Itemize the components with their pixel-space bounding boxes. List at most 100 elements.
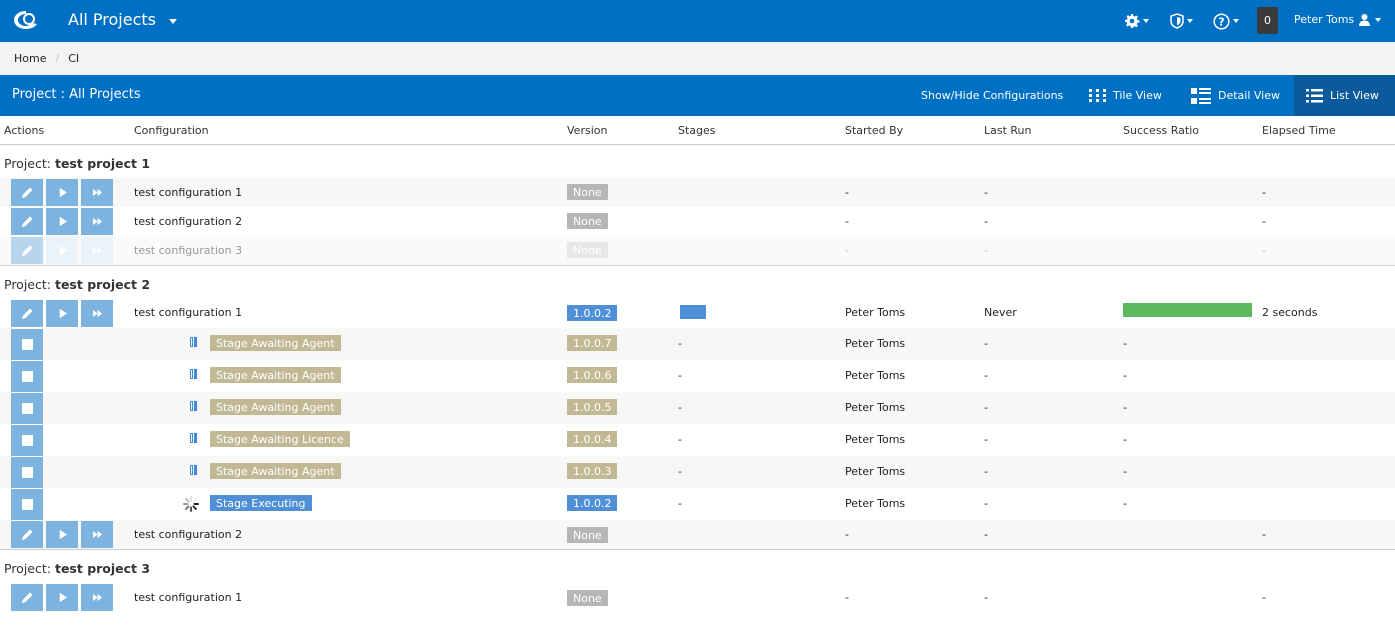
success-ratio: - bbox=[1123, 401, 1127, 414]
stop-button[interactable] bbox=[11, 393, 43, 424]
stop-button[interactable] bbox=[11, 425, 43, 456]
stop-button[interactable] bbox=[11, 329, 43, 360]
configuration-name[interactable]: test configuration 3 bbox=[134, 244, 242, 257]
help-question-icon: ? bbox=[1213, 12, 1230, 30]
user-menu[interactable]: Peter Toms bbox=[1294, 13, 1382, 26]
elapsed-time: - bbox=[1262, 591, 1266, 604]
play-icon bbox=[57, 529, 68, 540]
run-with-options-button[interactable] bbox=[81, 300, 113, 327]
notification-count-badge[interactable]: 0 bbox=[1257, 7, 1278, 34]
stop-button[interactable] bbox=[11, 489, 43, 520]
security-menu[interactable] bbox=[1170, 12, 1193, 30]
user-name: Peter Toms bbox=[1294, 13, 1355, 26]
stop-button[interactable] bbox=[11, 361, 43, 392]
breadcrumb-home[interactable]: Home bbox=[14, 52, 46, 65]
started-by: Peter Toms bbox=[845, 401, 906, 414]
play-icon bbox=[57, 245, 68, 256]
stage-status-badge[interactable]: Stage Awaiting Agent bbox=[210, 367, 341, 383]
chevron-down-icon[interactable] bbox=[169, 19, 177, 24]
stage-status-badge[interactable]: Stage Awaiting Agent bbox=[210, 399, 341, 415]
run-button[interactable] bbox=[46, 584, 78, 611]
stage-row: Stage Awaiting Agent 1.0.0.7 - Peter Toms - - bbox=[0, 328, 1395, 360]
configuration-name[interactable]: test configuration 1 bbox=[134, 591, 242, 604]
stop-button[interactable] bbox=[11, 457, 43, 488]
project-name: test project 3 bbox=[54, 561, 151, 576]
version-badge: None bbox=[567, 184, 608, 200]
detail-view-button[interactable]: Detail View bbox=[1187, 75, 1284, 116]
edit-button[interactable] bbox=[11, 584, 43, 611]
last-run: - bbox=[984, 433, 988, 446]
edit-button[interactable] bbox=[11, 237, 43, 264]
started-by: - bbox=[845, 591, 849, 604]
stage-status-badge[interactable]: Stage Awaiting Agent bbox=[210, 463, 341, 479]
fast-forward-icon bbox=[92, 529, 103, 540]
started-by: - bbox=[845, 186, 849, 199]
stop-icon bbox=[21, 467, 33, 478]
run-button[interactable] bbox=[46, 300, 78, 327]
run-button[interactable] bbox=[46, 208, 78, 235]
started-by: - bbox=[845, 244, 849, 257]
list-view-button[interactable]: List View bbox=[1294, 75, 1395, 116]
app-logo-icon[interactable] bbox=[12, 8, 40, 32]
configuration-name[interactable]: test configuration 2 bbox=[134, 528, 242, 541]
success-ratio: - bbox=[1123, 337, 1127, 350]
configuration-name[interactable]: test configuration 1 bbox=[134, 306, 242, 319]
last-run: - bbox=[984, 465, 988, 478]
top-navbar: All Projects ? 0 Peter Toms bbox=[0, 0, 1395, 42]
stage-row: Stage Awaiting Agent 1.0.0.6 - Peter Toms - - bbox=[0, 360, 1395, 392]
column-header-version[interactable]: Version bbox=[567, 124, 607, 137]
column-header-success-ratio[interactable]: Success Ratio bbox=[1123, 124, 1199, 137]
play-icon bbox=[57, 216, 68, 227]
fast-forward-icon bbox=[92, 308, 103, 319]
edit-button[interactable] bbox=[11, 179, 43, 206]
user-icon bbox=[1359, 14, 1371, 26]
version-badge: 1.0.0.5 bbox=[567, 399, 618, 415]
column-header-actions: Actions bbox=[4, 124, 45, 137]
configuration-name[interactable]: test configuration 1 bbox=[134, 186, 242, 199]
svg-text:?: ? bbox=[1218, 15, 1224, 28]
success-ratio-bar bbox=[1123, 303, 1252, 317]
started-by: Peter Toms bbox=[845, 465, 906, 478]
run-with-options-button[interactable] bbox=[81, 208, 113, 235]
stage-row: Stage Awaiting Agent 1.0.0.5 - Peter Toms - - bbox=[0, 392, 1395, 424]
settings-menu[interactable] bbox=[1124, 12, 1149, 30]
breadcrumb-ci[interactable]: CI bbox=[68, 52, 79, 65]
show-hide-configurations-button[interactable]: Show/Hide Configurations bbox=[917, 75, 1067, 116]
column-header-configuration[interactable]: Configuration bbox=[134, 124, 209, 137]
run-button[interactable] bbox=[46, 521, 78, 548]
edit-button[interactable] bbox=[11, 521, 43, 548]
column-header-started-by[interactable]: Started By bbox=[845, 124, 903, 137]
run-with-options-button[interactable] bbox=[81, 584, 113, 611]
run-with-options-button[interactable] bbox=[81, 521, 113, 548]
chevron-down-icon bbox=[1187, 19, 1193, 23]
table-row-disabled: test configuration 3 None - - - bbox=[0, 236, 1395, 265]
column-header-last-run[interactable]: Last Run bbox=[984, 124, 1032, 137]
version-badge: None bbox=[567, 590, 608, 606]
stage-progress-bar[interactable] bbox=[680, 305, 706, 319]
table-header: Actions Configuration Version Stages Sta… bbox=[0, 116, 1395, 145]
table-row: test configuration 1 None - - - bbox=[0, 178, 1395, 207]
run-with-options-button[interactable] bbox=[81, 179, 113, 206]
stage-status-badge[interactable]: Stage Executing bbox=[210, 495, 312, 511]
edit-button[interactable] bbox=[11, 300, 43, 327]
run-button[interactable] bbox=[46, 179, 78, 206]
column-header-elapsed-time[interactable]: Elapsed Time bbox=[1262, 124, 1336, 137]
group-divider bbox=[0, 549, 1395, 550]
success-ratio: - bbox=[1123, 497, 1127, 510]
stage-row: Stage Executing 1.0.0.2 - Peter Toms - - bbox=[0, 488, 1395, 520]
stages: - bbox=[678, 337, 682, 350]
project-group-title: Project: test project 2 bbox=[4, 277, 150, 292]
show-hide-label: Show/Hide Configurations bbox=[921, 89, 1064, 102]
stage-status-badge[interactable]: Stage Awaiting Licence bbox=[210, 431, 350, 447]
stage-row: Stage Awaiting Agent 1.0.0.3 - Peter Toms - - bbox=[0, 456, 1395, 488]
version-badge: None bbox=[567, 242, 608, 258]
play-icon bbox=[57, 592, 68, 603]
tile-view-button[interactable]: Tile View bbox=[1085, 75, 1166, 116]
elapsed-time: - bbox=[1262, 186, 1266, 199]
edit-button[interactable] bbox=[11, 208, 43, 235]
project-selector[interactable]: All Projects bbox=[68, 10, 156, 29]
configuration-name[interactable]: test configuration 2 bbox=[134, 215, 242, 228]
help-menu[interactable]: ? bbox=[1213, 12, 1239, 30]
stage-status-badge[interactable]: Stage Awaiting Agent bbox=[210, 335, 341, 351]
started-by: Peter Toms bbox=[845, 433, 906, 446]
